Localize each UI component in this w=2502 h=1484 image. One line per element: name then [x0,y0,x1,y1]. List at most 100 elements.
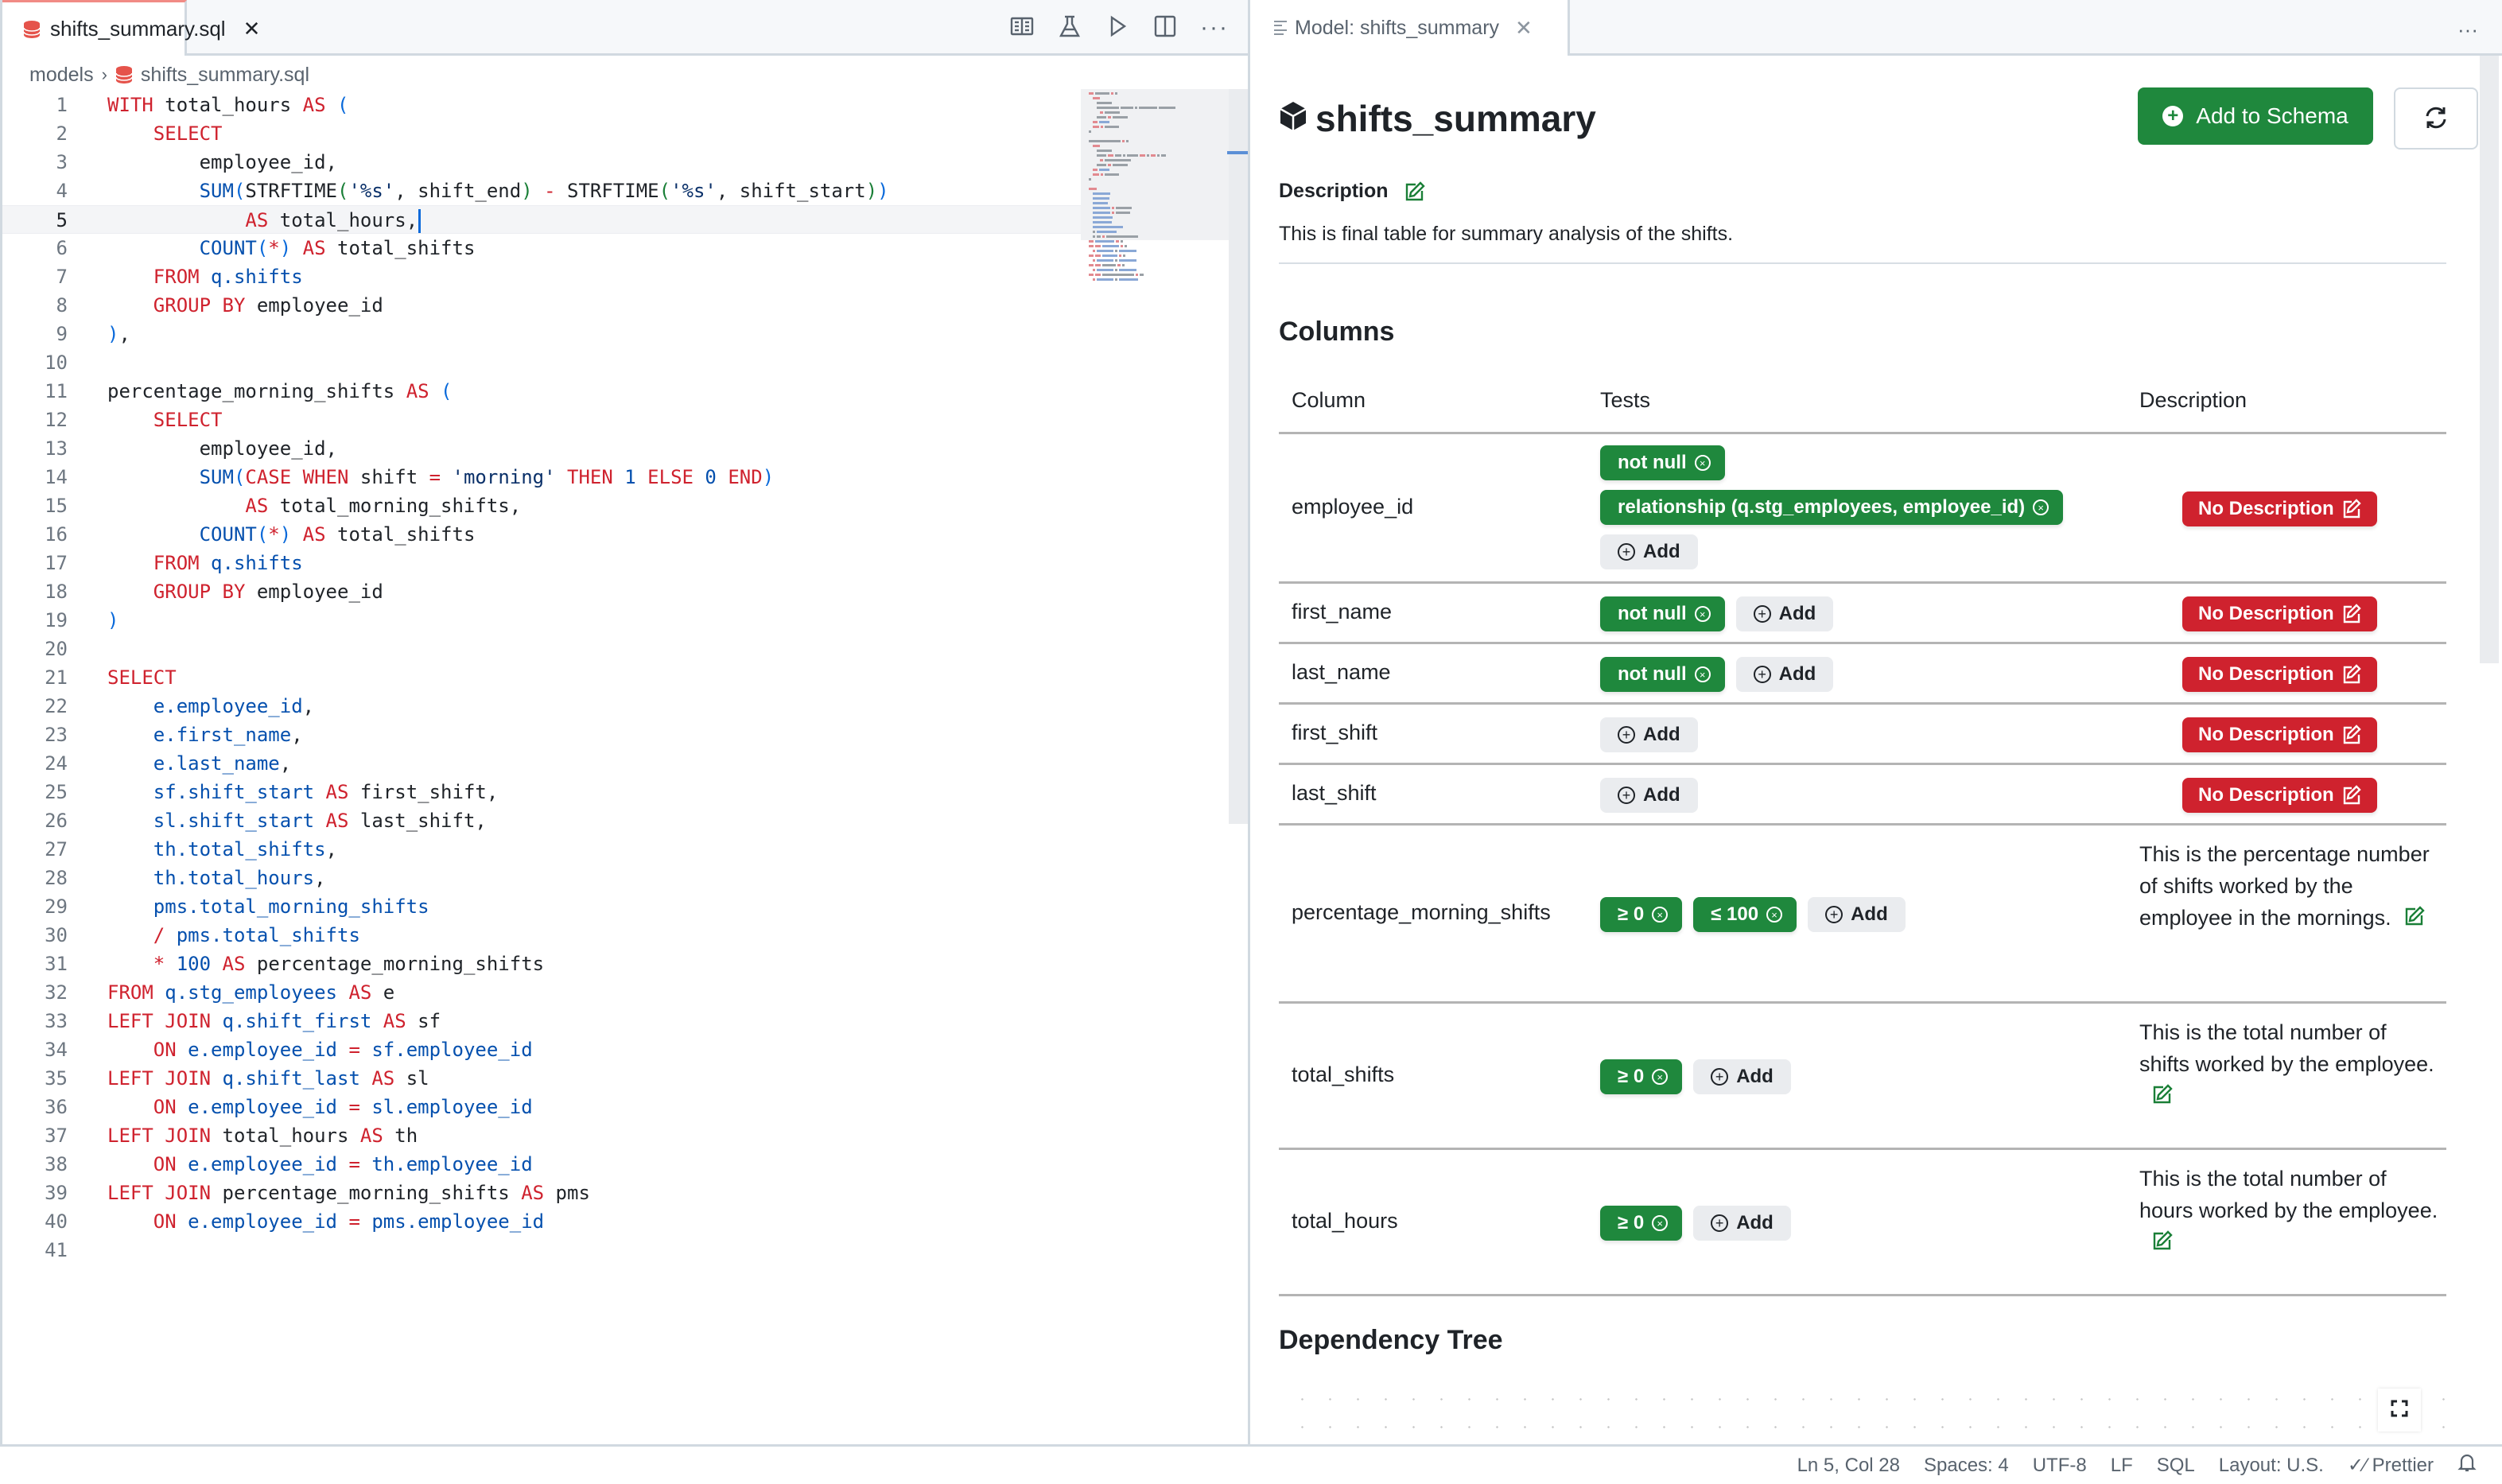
no-description-button[interactable]: No Description [2182,657,2377,692]
code-line[interactable]: 31 * 100 AS percentage_morning_shifts [2,950,1227,978]
refresh-button[interactable] [2394,87,2478,150]
add-test-button[interactable]: + Add [1693,1059,1791,1094]
add-test-button[interactable]: + Add [1808,897,1906,932]
keyboard-layout[interactable]: Layout: U.S. [2219,1455,2324,1477]
code-line[interactable]: 10 [2,348,1227,377]
tab-shifts-summary-sql[interactable]: shifts_summary.sql ✕ [2,0,260,56]
close-icon[interactable]: ✕ [1515,16,1533,41]
test-badge[interactable]: ≤ 100 × [1693,897,1797,932]
code-line[interactable]: 1 WITH total_hours AS ( [2,91,1227,119]
code-line[interactable]: 22 e.employee_id, [2,692,1227,721]
add-test-button[interactable]: + Add [1693,1206,1791,1241]
code-line[interactable]: 5 AS total_hours, [2,205,1227,234]
run-icon[interactable] [1105,14,1130,43]
test-beaker-icon[interactable] [1057,14,1082,43]
more-actions-icon[interactable]: ··· [1200,16,1229,40]
code-line[interactable]: 11 percentage_morning_shifts AS ( [2,377,1227,406]
cursor-position[interactable]: Ln 5, Col 28 [1797,1455,1900,1477]
code-line[interactable]: 23 e.first_name, [2,721,1227,749]
code-line[interactable]: 41 [2,1236,1227,1265]
no-description-button[interactable]: No Description [2182,596,2377,631]
edit-icon[interactable] [2404,903,2425,926]
code-line[interactable]: 26 sl.shift_start AS last_shift, [2,806,1227,835]
panel-scrollbar[interactable] [2480,56,2499,663]
prettier-status[interactable]: ✓⁄ Prettier [2348,1454,2434,1477]
code-line[interactable]: 38 ON e.employee_id = th.employee_id [2,1150,1227,1179]
notifications-bell-icon[interactable] [2457,1452,2477,1478]
code-line[interactable]: 19) [2,606,1227,635]
code-line[interactable]: 4 SUM(STRFTIME('%s', shift_end) - STRFTI… [2,177,1227,205]
remove-test-icon[interactable]: × [1766,907,1783,923]
remove-test-icon[interactable]: × [1694,666,1711,682]
no-description-button[interactable]: No Description [2182,491,2377,526]
code-line[interactable]: 3 employee_id, [2,148,1227,177]
code-line[interactable]: 21 SELECT [2,663,1227,692]
fit-view-button[interactable] [2378,1389,2421,1432]
split-editor-icon[interactable] [1152,14,1178,43]
minimap[interactable] [1081,89,1229,281]
test-badge[interactable]: not null × [1600,445,1725,480]
edit-icon[interactable] [2152,1082,2173,1104]
no-description-button[interactable]: No Description [2182,778,2377,813]
code-line[interactable]: 7 FROM q.shifts [2,262,1227,291]
breadcrumb-folder[interactable]: models [29,64,94,87]
code-line[interactable]: 15 AS total_morning_shifts, [2,491,1227,520]
code-line[interactable]: 39 LEFT JOIN percentage_morning_shifts AS… [2,1179,1227,1207]
test-badge[interactable]: relationship (q.stg_employees, employee_… [1600,490,2064,525]
code-line[interactable]: 2 SELECT [2,119,1227,148]
close-icon[interactable]: ✕ [243,17,261,41]
test-badge[interactable]: not null × [1600,596,1725,631]
code-line[interactable]: 18 GROUP BY employee_id [2,577,1227,606]
add-to-schema-button[interactable]: + Add to Schema [2138,87,2373,145]
add-test-button[interactable]: + Add [1735,657,1834,692]
remove-test-icon[interactable]: × [1652,1215,1669,1231]
no-description-button[interactable]: No Description [2182,717,2377,752]
add-test-button[interactable]: + Add [1600,778,1698,813]
test-badge[interactable]: not null × [1600,657,1725,692]
code-line[interactable]: 37 LEFT JOIN total_hours AS th [2,1121,1227,1150]
remove-test-icon[interactable]: × [1652,1069,1669,1085]
tab-model-shifts-summary[interactable]: Model: shifts_summary ✕ [1250,0,1570,56]
add-test-button[interactable]: + Add [1600,534,1698,569]
code-line[interactable]: 33 LEFT JOIN q.shift_first AS sf [2,1007,1227,1035]
dependency-tree-canvas[interactable] [1279,1376,2446,1449]
code-line[interactable]: 40 ON e.employee_id = pms.employee_id [2,1207,1227,1236]
encoding[interactable]: UTF-8 [2033,1455,2087,1477]
code-line[interactable]: 24 e.last_name, [2,749,1227,778]
code-line[interactable]: 25 sf.shift_start AS first_shift, [2,778,1227,806]
code-line[interactable]: 32 FROM q.stg_employees AS e [2,978,1227,1007]
test-badge[interactable]: ≥ 0 × [1600,897,1683,932]
add-test-button[interactable]: + Add [1735,596,1834,631]
remove-test-icon[interactable]: × [1652,907,1669,923]
indentation[interactable]: Spaces: 4 [1924,1455,2009,1477]
code-line[interactable]: 27 th.total_shifts, [2,835,1227,864]
code-line[interactable]: 14 SUM(CASE WHEN shift = 'morning' THEN … [2,463,1227,491]
language-mode[interactable]: SQL [2157,1455,2195,1477]
code-line[interactable]: 36 ON e.employee_id = sl.employee_id [2,1093,1227,1121]
add-test-button[interactable]: + Add [1600,717,1698,752]
code-line[interactable]: 8 GROUP BY employee_id [2,291,1227,320]
remove-test-icon[interactable]: × [1694,455,1711,471]
code-line[interactable]: 6 COUNT(*) AS total_shifts [2,234,1227,262]
code-line[interactable]: 34 ON e.employee_id = sf.employee_id [2,1035,1227,1064]
remove-test-icon[interactable]: × [2033,499,2049,515]
test-badge[interactable]: ≥ 0 × [1600,1206,1683,1241]
code-line[interactable]: 16 COUNT(*) AS total_shifts [2,520,1227,549]
code-line[interactable]: 35 LEFT JOIN q.shift_last AS sl [2,1064,1227,1093]
code-line[interactable]: 9), [2,320,1227,348]
end-of-line[interactable]: LF [2111,1455,2133,1477]
code-line[interactable]: 13 employee_id, [2,434,1227,463]
edit-icon[interactable] [2152,1228,2173,1250]
breadcrumb-file[interactable]: shifts_summary.sql [141,64,309,87]
code-line[interactable]: 12 SELECT [2,406,1227,434]
edit-icon[interactable] [1404,181,1425,202]
code-line[interactable]: 28 th.total_hours, [2,864,1227,892]
code-line[interactable]: 29 pms.total_morning_shifts [2,892,1227,921]
code-editor[interactable]: 1 WITH total_hours AS (2 SELECT 3 employee… [2,91,1227,1265]
test-badge[interactable]: ≥ 0 × [1600,1059,1683,1094]
editor-scrollbar[interactable] [1229,89,1248,824]
code-line[interactable]: 30 / pms.total_shifts [2,921,1227,950]
more-actions-icon[interactable]: ··· [2457,17,2478,42]
open-preview-icon[interactable] [1009,14,1035,43]
code-line[interactable]: 17 FROM q.shifts [2,549,1227,577]
